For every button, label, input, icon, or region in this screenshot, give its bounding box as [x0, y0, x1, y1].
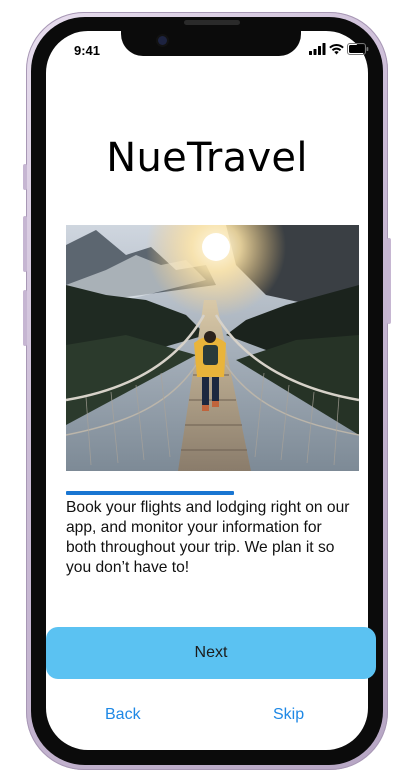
bridge-photo-illustration: [66, 225, 359, 471]
volume-up-button: [23, 216, 27, 272]
front-camera: [158, 36, 167, 45]
onboarding-description: Book your flights and lodging right on o…: [66, 499, 350, 576]
onboarding-progress-bar: [66, 491, 234, 495]
status-icons: [309, 42, 369, 56]
status-time: 9:41: [74, 43, 101, 58]
volume-down-button: [23, 290, 27, 346]
next-button[interactable]: Next: [46, 627, 376, 679]
back-button[interactable]: Back: [105, 706, 141, 724]
app-title: NueTravel: [106, 135, 308, 181]
wifi-icon: [329, 44, 344, 55]
signal-icon: [309, 43, 326, 55]
battery-icon: [347, 43, 369, 55]
power-button: [387, 238, 391, 324]
speaker-grille: [184, 20, 240, 25]
hero-image: [66, 225, 359, 471]
mute-switch: [23, 164, 27, 190]
skip-button[interactable]: Skip: [273, 706, 304, 724]
